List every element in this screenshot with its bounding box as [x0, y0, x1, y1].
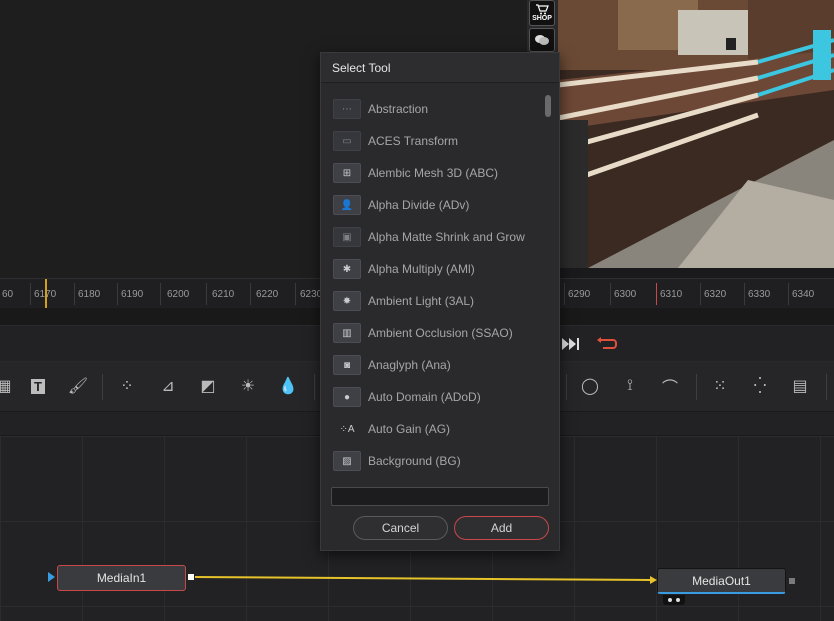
tool-list-item[interactable]: ⁘A Auto Gain (AG): [329, 413, 543, 445]
media-out-label: MediaOut1: [692, 573, 751, 588]
tool-label: Alpha Multiply (AMl): [368, 262, 475, 276]
tool-list-item[interactable]: ▣ Alpha Matte Shrink and Grow: [329, 221, 543, 253]
ruler-label: 6300: [614, 289, 637, 300]
tool-search-input[interactable]: [331, 487, 549, 506]
tool-list-item[interactable]: ✸ Ambient Light (3AL): [329, 285, 543, 317]
polygon-mask-icon[interactable]: ⟟: [618, 374, 642, 398]
shop-button[interactable]: SHOP: [529, 0, 555, 26]
tool-label: Alpha Divide (ADv): [368, 198, 470, 212]
ruler-label: 6210: [212, 289, 235, 300]
alpha-matte-icon: ▣: [333, 227, 361, 247]
tool-list-item[interactable]: ▨ Background (BG): [329, 445, 543, 477]
brightness-contrast-icon[interactable]: ◩: [196, 374, 220, 398]
skip-to-end-button[interactable]: [560, 334, 582, 354]
media-out-node[interactable]: MediaOut1: [657, 568, 786, 594]
tool-label: Auto Gain (AG): [368, 422, 451, 436]
loop-button[interactable]: [596, 334, 620, 354]
ambient-occlusion-icon: ▥: [333, 323, 361, 343]
ruler-label: 6310: [660, 289, 683, 300]
playhead[interactable]: [45, 279, 47, 309]
aces-transform-icon: ▭: [333, 131, 361, 151]
particles-icon[interactable]: ⁘: [115, 374, 139, 398]
shop-label: SHOP: [532, 15, 552, 22]
ruler-label: 6180: [78, 289, 101, 300]
ruler-label: 6190: [121, 289, 144, 300]
viewer-image: [558, 0, 834, 268]
color-curves-icon[interactable]: ⊿: [156, 374, 180, 398]
tool-list-item[interactable]: ⊞ Alembic Mesh 3D (ABC): [329, 157, 543, 189]
media-in-output-port[interactable]: [187, 573, 195, 581]
boxing-glove-icon: [535, 35, 549, 45]
viewer-indicator[interactable]: [663, 595, 685, 605]
partial-tool-icon[interactable]: ▦: [0, 374, 16, 398]
ruler-label: 6340: [792, 289, 815, 300]
abstraction-icon: ⋯: [333, 99, 361, 119]
bspline-mask-icon[interactable]: ⌒: [658, 374, 682, 398]
boxing-ring-scene: [558, 0, 834, 268]
tool-label: ACES Transform: [368, 134, 459, 148]
loop-icon: [597, 337, 617, 349]
anaglyph-icon: ◙: [333, 355, 361, 375]
skip-end-icon: [562, 338, 579, 350]
tool-label: Auto Domain (ADoD): [368, 390, 481, 404]
tool-label: Ambient Occlusion (SSAO): [368, 326, 513, 340]
auto-gain-icon: ⁘A: [339, 423, 355, 435]
paint-brush-icon[interactable]: 🖌: [66, 374, 90, 398]
text-tool-icon[interactable]: T: [26, 374, 50, 398]
ellipse-mask-icon[interactable]: ◯: [578, 374, 602, 398]
blur-drop-icon[interactable]: 💧: [276, 374, 300, 398]
media-in-node[interactable]: MediaIn1: [57, 565, 186, 591]
alpha-multiply-icon: ✱: [333, 259, 361, 279]
alembic-mesh-icon: ⊞: [333, 163, 361, 183]
tool-list-item[interactable]: ● Auto Domain (ADoD): [329, 381, 543, 413]
tool-list-item[interactable]: ✱ Alpha Multiply (AMl): [329, 253, 543, 285]
ruler-label: 6220: [256, 289, 279, 300]
gloves-button[interactable]: [529, 28, 555, 52]
tool-label: Abstraction: [368, 102, 429, 116]
alpha-divide-icon: 👤: [333, 195, 361, 215]
auto-domain-icon: ●: [333, 387, 361, 407]
ruler-label: 6290: [568, 289, 591, 300]
tool-label: Alpha Matte Shrink and Grow: [368, 230, 525, 244]
tool-label: Background (BG): [368, 454, 461, 468]
select-tool-dialog: Select Tool ⋯ Abstraction ▭ ACES Transfo…: [320, 52, 560, 551]
color-corrector-icon[interactable]: ☀: [236, 374, 260, 398]
cancel-button[interactable]: Cancel: [353, 516, 448, 540]
tool-list[interactable]: ⋯ Abstraction ▭ ACES Transform ⊞ Alembic…: [329, 93, 543, 477]
particle-emitter-icon[interactable]: ⁙: [708, 374, 732, 398]
ruler-label: 6320: [704, 289, 727, 300]
media-out-port[interactable]: [788, 577, 796, 585]
particle-render-icon[interactable]: ⁛: [748, 374, 772, 398]
tool-list-item[interactable]: ▥ Ambient Occlusion (SSAO): [329, 317, 543, 349]
media-in-label: MediaIn1: [96, 571, 147, 585]
ruler-label: 6230: [300, 289, 323, 300]
particle-style-icon[interactable]: ▤: [788, 374, 812, 398]
tool-list-item[interactable]: ◙ Anaglyph (Ana): [329, 349, 543, 381]
ruler-label: 6330: [748, 289, 771, 300]
tool-list-item[interactable]: ▭ ACES Transform: [329, 125, 543, 157]
tool-list-item[interactable]: 👤 Alpha Divide (ADv): [329, 189, 543, 221]
dialog-title: Select Tool: [321, 53, 559, 83]
tool-label: Ambient Light (3AL): [368, 294, 475, 308]
tool-list-item[interactable]: ⋯ Abstraction: [329, 93, 543, 125]
tool-list-scrollbar[interactable]: [545, 95, 551, 117]
ruler-label: 60: [2, 289, 14, 300]
cart-icon: [536, 4, 549, 15]
ambient-light-icon: ✸: [333, 291, 361, 311]
ruler-label: 6200: [167, 289, 190, 300]
tool-label: Anaglyph (Ana): [368, 358, 451, 372]
background-icon: ▨: [333, 451, 361, 471]
add-button[interactable]: Add: [454, 516, 549, 540]
tool-label: Alembic Mesh 3D (ABC): [368, 166, 499, 180]
